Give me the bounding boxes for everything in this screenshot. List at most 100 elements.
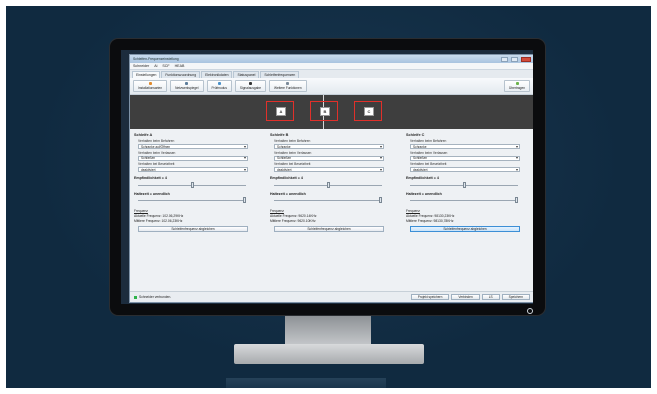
status-bar: Schneider verbunden. Projekt speichern V… — [130, 291, 533, 302]
chevron-down-icon — [244, 157, 246, 160]
save-button[interactable]: Speichern — [501, 294, 530, 300]
minimize-button[interactable] — [501, 56, 508, 62]
field-label: Verhalten bei Besetztheit — [138, 161, 175, 166]
menu-bar: Schneider Ai SCF HEAB — [130, 63, 533, 70]
tab-bar: Einstellungen Funktionszuordnung Elektro… — [130, 70, 533, 78]
loop-b-panel: Schleife B Verhalten beim Befahren Schra… — [270, 133, 396, 287]
menu-item[interactable]: HEAB — [175, 64, 185, 68]
zone-a-label: A — [276, 107, 286, 116]
field-label: Verhalten bei Besetztheit — [410, 161, 447, 166]
average-frequency: Mittlere Frequenz: 9620.10KHz — [270, 219, 316, 224]
frequency-title: Frequenz — [270, 209, 284, 214]
more-icon — [286, 82, 290, 85]
select-value: Schranke — [413, 144, 427, 149]
loop-title: Schleife A — [134, 133, 153, 137]
tab-statuspanel[interactable]: Statuspanel — [233, 71, 260, 78]
current-frequency: Aktuelle Frequenz: 102.06,29KHz — [134, 214, 184, 219]
slider-thumb[interactable] — [379, 196, 382, 203]
select-value: Schließen — [413, 156, 428, 161]
test-mode-button[interactable]: Prüfmodus — [206, 80, 232, 92]
signal-output-button[interactable]: Signalausgabe — [234, 80, 267, 92]
tab-schleifenfrequenzen[interactable]: Schleifenfrequenzen — [260, 71, 300, 78]
loop-preview-panel: A B C — [130, 95, 533, 129]
field-label: Verhalten beim Befahren — [274, 139, 311, 144]
menu-item[interactable]: Schneider — [133, 64, 149, 68]
window-title: Schleifen-Frequenzeinstellung — [133, 57, 179, 61]
leave-behavior-select[interactable]: Schließen — [410, 155, 520, 161]
signal-icon — [248, 82, 252, 85]
enter-behavior-select[interactable]: Schranke — [274, 144, 384, 150]
slider-thumb[interactable] — [462, 181, 466, 188]
frequency-title: Frequenz — [134, 209, 148, 214]
hold-time-slider[interactable] — [138, 196, 246, 203]
calibrate-frequency-button[interactable]: Schleifenfrequenz abgleichen — [274, 225, 384, 232]
sensitivity-slider[interactable] — [138, 181, 246, 188]
tab-elektronikdaten[interactable]: Elektronikdaten — [201, 71, 233, 78]
select-value: Schranke auf/Öffnen — [141, 144, 171, 149]
menu-item[interactable]: SCF — [162, 64, 169, 68]
hold-time-slider[interactable] — [410, 196, 518, 203]
calibrate-frequency-button[interactable]: Schleifenfrequenz abgleichen — [138, 225, 248, 232]
more-functions-button[interactable]: Weitere Funktionen — [269, 80, 307, 92]
transfer-button[interactable]: Übertragen — [504, 80, 530, 92]
ls-button[interactable]: LS — [481, 294, 500, 300]
zone-c-frame[interactable]: C — [354, 101, 382, 121]
toolbar-label: Installationsarten — [138, 86, 163, 90]
enter-behavior-select[interactable]: Schranke auf/Öffnen — [138, 144, 248, 150]
close-button[interactable] — [521, 56, 531, 62]
chevron-down-icon — [516, 168, 518, 171]
field-label: Verhalten beim Verlassen — [410, 150, 448, 155]
monitor-stand — [285, 316, 371, 344]
chevron-down-icon — [244, 168, 246, 171]
tab-einstellungen[interactable]: Einstellungen — [132, 71, 161, 78]
slider-thumb[interactable] — [243, 196, 246, 203]
occupied-behavior-select[interactable]: deaktiviert — [138, 167, 248, 173]
field-label: Verhalten beim Verlassen — [138, 150, 176, 155]
average-frequency: Mittlere Frequenz: 98130,78KHz — [406, 219, 454, 224]
calibrate-frequency-button[interactable]: Schleifenfrequenz abgleichen — [410, 225, 520, 232]
toolbar-label: Prüfmodus — [211, 86, 227, 90]
hold-time-slider[interactable] — [274, 196, 382, 203]
hold-time-label: Haltezeit = unendlich — [406, 191, 442, 196]
loop-columns: Schleife A Verhalten beim Befahren Schra… — [134, 133, 532, 287]
sensitivity-slider[interactable] — [410, 181, 518, 188]
chevron-down-icon — [380, 157, 382, 160]
chevron-down-icon — [244, 145, 246, 148]
status-text: Schneider verbunden. — [139, 295, 172, 299]
chevron-down-icon — [380, 168, 382, 171]
hold-time-label: Haltezeit = unendlich — [134, 191, 170, 196]
toolbar-label: Weitere Funktionen — [274, 86, 302, 90]
zone-b-frame[interactable]: B — [310, 101, 338, 121]
toolbar-label: Übertragen — [509, 86, 525, 90]
connect-button[interactable]: Verbinden — [451, 294, 480, 300]
loop-a-panel: Schleife A Verhalten beim Befahren Schra… — [134, 133, 260, 287]
maximize-button[interactable] — [511, 56, 518, 62]
sensitivity-label: Empfindlichkeit = 4 — [134, 176, 167, 181]
loop-c-panel: Schleife C Verhalten beim Befahren Schra… — [406, 133, 532, 287]
transfer-icon — [515, 82, 519, 85]
select-value: Schließen — [277, 156, 292, 161]
zone-a-frame[interactable]: A — [266, 101, 294, 121]
tab-funktionszuordnung[interactable]: Funktionszuordnung — [161, 71, 201, 78]
slider-thumb[interactable] — [190, 181, 194, 188]
toolbar-label: Netzwerkspiegel — [175, 86, 199, 90]
network-button[interactable]: Netzwerkspiegel — [170, 80, 204, 92]
save-project-button[interactable]: Projekt speichern — [410, 294, 450, 300]
occupied-behavior-select[interactable]: deaktiviert — [274, 167, 384, 173]
slider-track — [138, 199, 246, 201]
slider-track — [274, 199, 382, 201]
leave-behavior-select[interactable]: Schließen — [138, 155, 248, 161]
installation-button[interactable]: Installationsarten — [133, 80, 168, 92]
loop-title: Schleife C — [406, 133, 425, 137]
enter-behavior-select[interactable]: Schranke — [410, 144, 520, 150]
current-frequency: Aktuelle Frequenz: 9620.14KHz — [270, 214, 317, 219]
occupied-behavior-select[interactable]: deaktiviert — [410, 167, 520, 173]
menu-item[interactable]: Ai — [154, 64, 157, 68]
leave-behavior-select[interactable]: Schließen — [274, 155, 384, 161]
slider-thumb[interactable] — [515, 196, 518, 203]
slider-thumb[interactable] — [326, 181, 330, 188]
connected-icon — [134, 295, 137, 299]
sensitivity-slider[interactable] — [274, 181, 382, 188]
select-value: Schließen — [141, 156, 156, 161]
power-icon[interactable] — [527, 308, 533, 314]
